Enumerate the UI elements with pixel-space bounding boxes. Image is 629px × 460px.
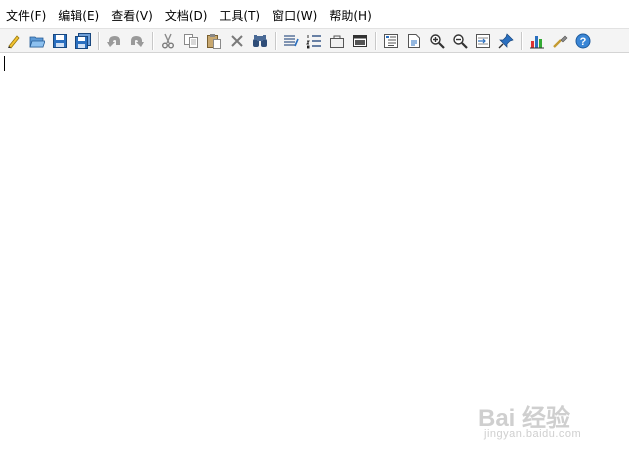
copy-icon[interactable]: [181, 31, 201, 51]
toolbar-separator: [98, 31, 100, 50]
menu-window[interactable]: 窗口(W): [266, 6, 323, 26]
menu-document[interactable]: 文档(D): [159, 6, 214, 26]
redo-icon[interactable]: [127, 31, 147, 51]
menu-help[interactable]: 帮助(H): [323, 6, 377, 26]
find-icon[interactable]: [250, 31, 270, 51]
toolbar-separator: [152, 31, 154, 50]
tools-icon[interactable]: [550, 31, 570, 51]
delete-icon[interactable]: [227, 31, 247, 51]
toolbar-separator: [275, 31, 277, 50]
new-icon[interactable]: [4, 31, 24, 51]
zoom-out-icon[interactable]: [450, 31, 470, 51]
menu-bar: 文件(F) 编辑(E) 查看(V) 文档(D) 工具(T) 窗口(W) 帮助(H…: [0, 0, 629, 29]
console-icon[interactable]: [350, 31, 370, 51]
menu-file[interactable]: 文件(F): [0, 6, 52, 26]
help-icon[interactable]: ?: [573, 31, 593, 51]
outline-icon[interactable]: [381, 31, 401, 51]
toolbar: ?: [0, 28, 629, 53]
list-icon[interactable]: [281, 31, 301, 51]
svg-text:?: ?: [580, 36, 587, 48]
watermark-url: jingyan.baidu.com: [484, 428, 582, 440]
cut-icon[interactable]: [158, 31, 178, 51]
menu-view[interactable]: 查看(V): [105, 6, 159, 26]
watermark: Bai 经验 jingyan.baidu.com: [478, 398, 608, 446]
document-icon[interactable]: [404, 31, 424, 51]
toolbar-separator: [375, 31, 377, 50]
paste-icon[interactable]: [204, 31, 224, 51]
open-icon[interactable]: [27, 31, 47, 51]
chart-icon[interactable]: [527, 31, 547, 51]
save-icon[interactable]: [50, 31, 70, 51]
text-caret: [4, 56, 5, 71]
goto-icon[interactable]: [473, 31, 493, 51]
undo-icon[interactable]: [104, 31, 124, 51]
menu-tools[interactable]: 工具(T): [213, 6, 266, 26]
toolbox-icon[interactable]: [327, 31, 347, 51]
toolbar-separator: [521, 31, 523, 50]
save-all-icon[interactable]: [73, 31, 93, 51]
menu-edit[interactable]: 编辑(E): [52, 6, 105, 26]
numbered-list-icon[interactable]: [304, 31, 324, 51]
zoom-in-icon[interactable]: [427, 31, 447, 51]
pin-icon[interactable]: [496, 31, 516, 51]
